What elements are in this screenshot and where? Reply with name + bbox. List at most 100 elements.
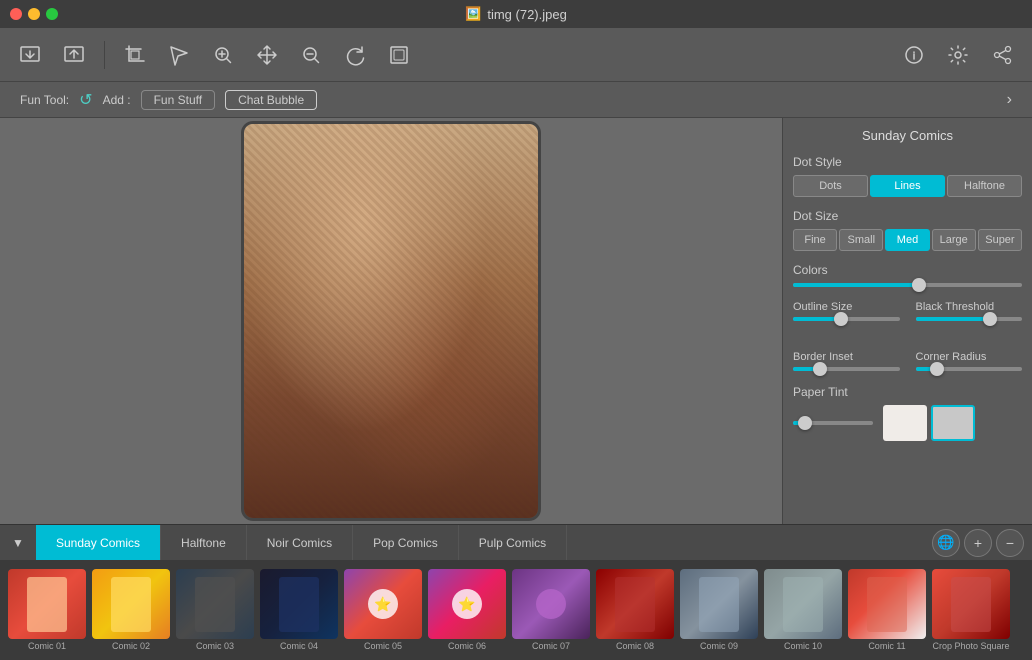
filmstrip-thumb-11 xyxy=(848,569,926,639)
fullscreen-button[interactable] xyxy=(46,8,58,20)
dot-size-super[interactable]: Super xyxy=(978,229,1022,251)
minimize-button[interactable] xyxy=(28,8,40,20)
tab-noir-comics[interactable]: Noir Comics xyxy=(247,525,353,561)
filmstrip-item-12[interactable]: Crop Photo Square xyxy=(932,569,1010,651)
filmstrip-item-10[interactable]: Comic 10 xyxy=(764,569,842,651)
dot-style-halftone[interactable]: Halftone xyxy=(947,175,1022,197)
corner-radius-label: Corner Radius xyxy=(916,351,1023,363)
close-button[interactable] xyxy=(10,8,22,20)
tab-pulp-comics[interactable]: Pulp Comics xyxy=(459,525,567,561)
black-threshold-slider[interactable] xyxy=(916,317,1023,321)
tag-icon[interactable] xyxy=(161,37,197,73)
paper-tint-thumb[interactable] xyxy=(798,416,812,430)
import-icon[interactable] xyxy=(12,37,48,73)
paper-tint-label: Paper Tint xyxy=(793,385,1022,399)
border-inset-col: Border Inset xyxy=(793,351,900,371)
chat-bubble-button[interactable]: Chat Bubble xyxy=(225,90,317,110)
outline-size-thumb[interactable] xyxy=(834,312,848,326)
canvas-area xyxy=(0,118,782,524)
filmstrip-thumb-07 xyxy=(512,569,590,639)
dot-style-lines[interactable]: Lines xyxy=(870,175,945,197)
border-inset-slider[interactable] xyxy=(793,367,900,371)
collapse-filmstrip-button[interactable]: ▼ xyxy=(0,525,36,561)
share-icon[interactable] xyxy=(984,37,1020,73)
outline-size-col: Outline Size xyxy=(793,301,900,321)
black-threshold-label: Black Threshold xyxy=(916,301,1023,313)
filmstrip-thumb-10 xyxy=(764,569,842,639)
filmstrip-item-01[interactable]: Comic 01 xyxy=(8,569,86,651)
filmstrip-item-03[interactable]: Comic 03 xyxy=(176,569,254,651)
outline-black-row: Outline Size Black Threshold xyxy=(793,301,1022,321)
tab-action-remove[interactable]: − xyxy=(996,529,1024,557)
title-icon: 🖼️ xyxy=(465,6,481,22)
tab-action-globe[interactable]: 🌐 xyxy=(932,529,960,557)
filmstrip-item-09[interactable]: Comic 09 xyxy=(680,569,758,651)
filmstrip-thumb-02 xyxy=(92,569,170,639)
outline-size-label: Outline Size xyxy=(793,301,900,313)
tab-items: Sunday Comics Halftone Noir Comics Pop C… xyxy=(36,525,924,561)
dot-size-fine[interactable]: Fine xyxy=(793,229,837,251)
frame-icon[interactable] xyxy=(381,37,417,73)
dot-size-med[interactable]: Med xyxy=(885,229,929,251)
filmstrip-label-01: Comic 01 xyxy=(28,641,66,651)
filmstrip-thumb-01 xyxy=(8,569,86,639)
main-toolbar xyxy=(0,28,1032,82)
border-inset-label: Border Inset xyxy=(793,351,900,363)
filmstrip-label-10: Comic 10 xyxy=(784,641,822,651)
export-icon[interactable] xyxy=(56,37,92,73)
paper-swatch-white[interactable] xyxy=(883,405,927,441)
fun-tool-refresh-icon[interactable]: ↺ xyxy=(79,90,92,110)
border-inset-thumb[interactable] xyxy=(813,362,827,376)
info-icon[interactable] xyxy=(896,37,932,73)
expand-arrow-icon[interactable]: › xyxy=(1007,91,1012,109)
filmstrip-item-05[interactable]: ⭐ Comic 05 xyxy=(344,569,422,651)
filmstrip-item-08[interactable]: Comic 08 xyxy=(596,569,674,651)
crop-icon[interactable] xyxy=(117,37,153,73)
panel-title: Sunday Comics xyxy=(793,128,1022,143)
dot-style-label: Dot Style xyxy=(793,155,1022,169)
dot-size-label: Dot Size xyxy=(793,209,1022,223)
tab-sunday-comics[interactable]: Sunday Comics xyxy=(36,525,161,561)
canvas-image xyxy=(241,121,541,521)
colors-slider-track[interactable] xyxy=(793,283,1022,287)
filmstrip-item-02[interactable]: Comic 02 xyxy=(92,569,170,651)
zoom-in-icon[interactable] xyxy=(205,37,241,73)
filmstrip-label-11: Comic 11 xyxy=(868,641,905,651)
colors-label: Colors xyxy=(793,263,1022,277)
colors-slider-fill xyxy=(793,283,919,287)
dot-size-group: Fine Small Med Large Super xyxy=(793,229,1022,251)
filmstrip-label-02: Comic 02 xyxy=(112,641,150,651)
window-title: 🖼️ timg (72).jpeg xyxy=(465,6,567,22)
paper-swatch-gray[interactable] xyxy=(931,405,975,441)
dot-style-dots[interactable]: Dots xyxy=(793,175,868,197)
filmstrip-item-04[interactable]: Comic 04 xyxy=(260,569,338,651)
filmstrip-label-05: Comic 05 xyxy=(364,641,402,651)
move-icon[interactable] xyxy=(249,37,285,73)
bottom-tabs: ▼ Sunday Comics Halftone Noir Comics Pop… xyxy=(0,524,1032,560)
tab-right-actions: 🌐 + − xyxy=(924,529,1032,557)
colors-slider-thumb[interactable] xyxy=(912,278,926,292)
tab-halftone[interactable]: Halftone xyxy=(161,525,247,561)
toolbar-separator-1 xyxy=(104,41,105,69)
colors-slider-row: Colors xyxy=(793,263,1022,287)
tab-pop-comics[interactable]: Pop Comics xyxy=(353,525,459,561)
dot-size-small[interactable]: Small xyxy=(839,229,883,251)
outline-size-slider[interactable] xyxy=(793,317,900,321)
corner-radius-slider[interactable] xyxy=(916,367,1023,371)
zoom-out-icon[interactable] xyxy=(293,37,329,73)
settings-icon[interactable] xyxy=(940,37,976,73)
rotate-icon[interactable] xyxy=(337,37,373,73)
fun-tool-bar: Fun Tool: ↺ Add : Fun Stuff Chat Bubble … xyxy=(0,82,1032,118)
filmstrip-item-11[interactable]: Comic 11 xyxy=(848,569,926,651)
canvas-image-inner xyxy=(244,124,538,518)
dot-size-large[interactable]: Large xyxy=(932,229,976,251)
black-threshold-fill xyxy=(916,317,991,321)
corner-radius-thumb[interactable] xyxy=(930,362,944,376)
fun-stuff-button[interactable]: Fun Stuff xyxy=(141,90,215,110)
filmstrip-item-06[interactable]: ⭐ Comic 06 xyxy=(428,569,506,651)
filmstrip-item-07[interactable]: Comic 07 xyxy=(512,569,590,651)
tab-action-add[interactable]: + xyxy=(964,529,992,557)
black-threshold-thumb[interactable] xyxy=(983,312,997,326)
paper-tint-slider[interactable] xyxy=(793,421,873,425)
filmstrip: Comic 01 Comic 02 Comic 03 Comic 04 ⭐ xyxy=(0,560,1032,660)
